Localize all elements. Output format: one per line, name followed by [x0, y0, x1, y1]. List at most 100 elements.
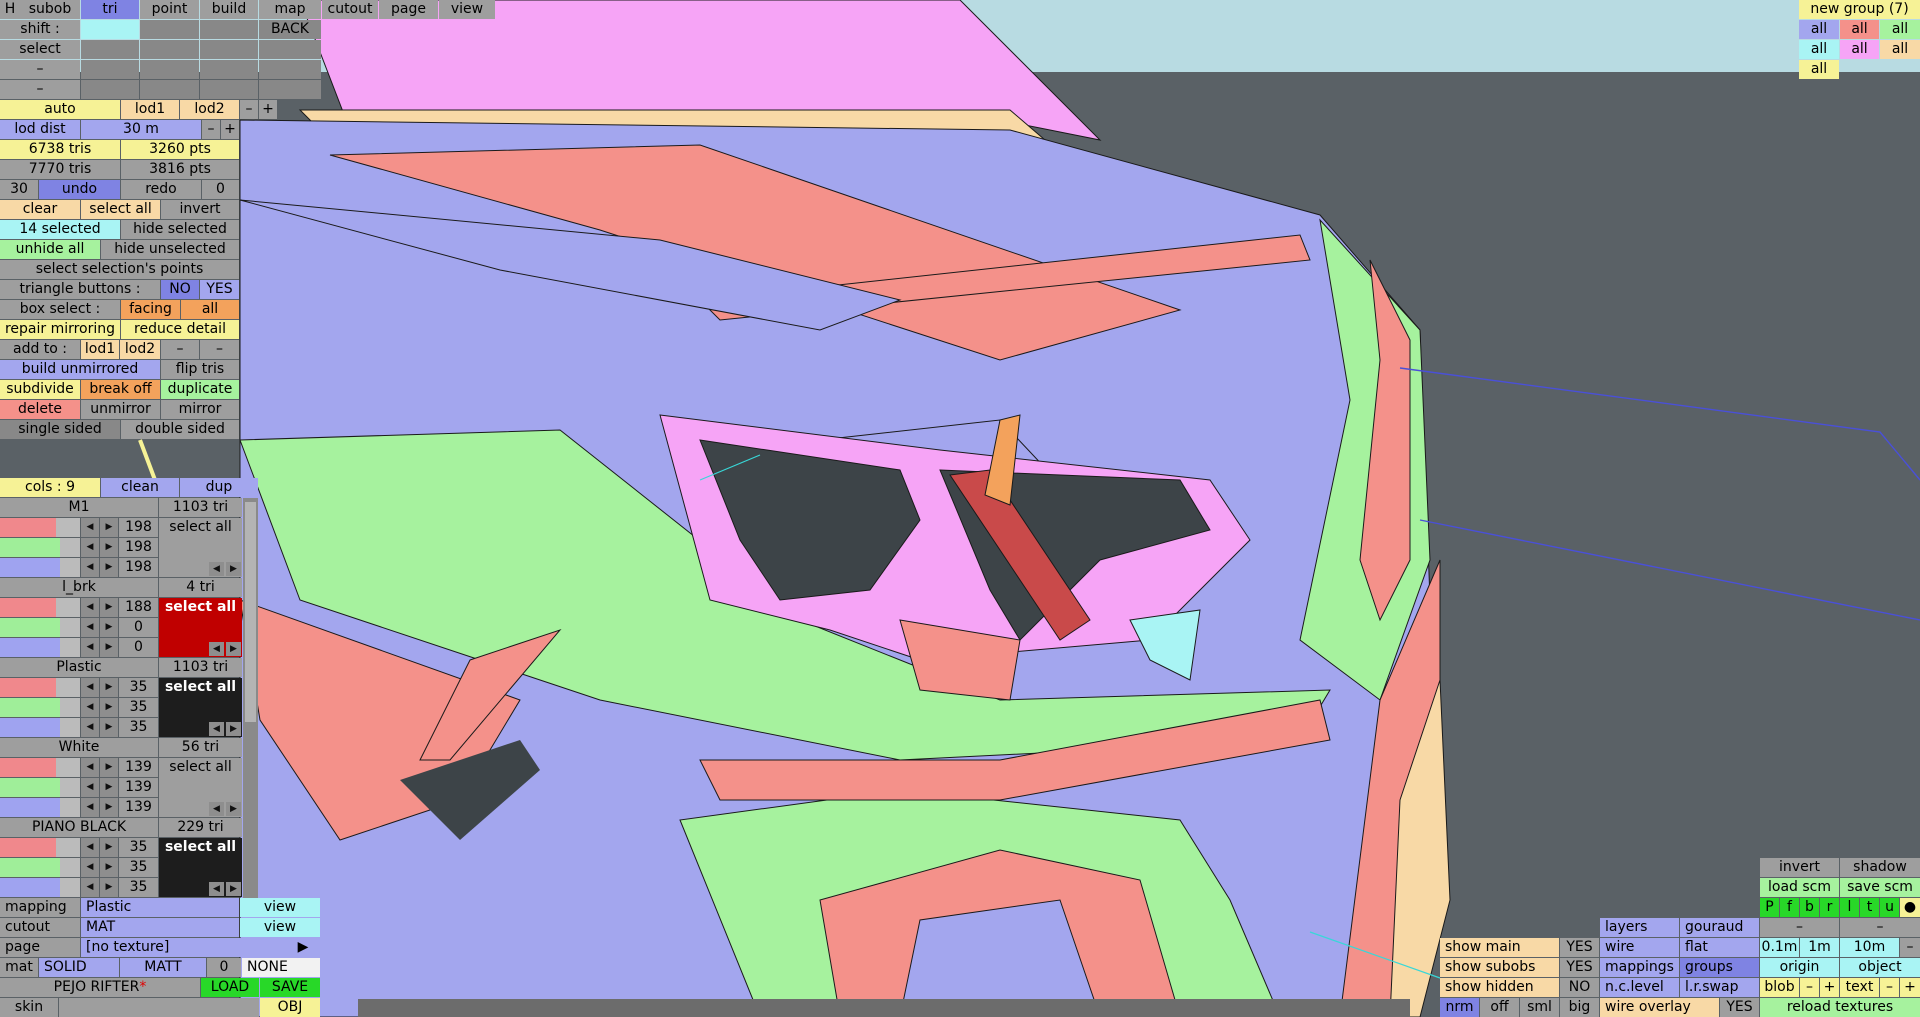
red-slider[interactable] — [0, 518, 80, 537]
material-prev-arrow[interactable]: ◀ — [209, 802, 224, 816]
shift-slot-1[interactable] — [81, 20, 139, 39]
green-right-arrow[interactable]: ▶ — [100, 858, 118, 877]
green-right-arrow[interactable]: ▶ — [100, 698, 118, 717]
green-right-arrow[interactable]: ▶ — [100, 778, 118, 797]
reduce-detail-button[interactable]: reduce detail — [121, 320, 239, 339]
material-name[interactable]: Plastic — [0, 658, 158, 677]
repair-mirroring-button[interactable]: repair mirroring — [0, 320, 120, 339]
row1-slot-2[interactable] — [140, 60, 199, 79]
mat-none[interactable]: NONE — [242, 958, 320, 977]
blob-minus[interactable]: – — [1800, 978, 1819, 997]
blue-slider[interactable] — [0, 718, 80, 737]
view-dot-button[interactable]: ● — [1900, 898, 1920, 917]
red-value[interactable]: 198 — [119, 518, 158, 537]
material-prev-arrow[interactable]: ◀ — [209, 722, 224, 736]
hide-unselected-button[interactable]: hide unselected — [101, 240, 239, 259]
gouraud-button[interactable]: gouraud — [1680, 918, 1759, 937]
green-slider[interactable] — [0, 618, 80, 637]
select-slot-2[interactable] — [140, 40, 199, 59]
material-next-arrow[interactable]: ▶ — [226, 802, 241, 816]
green-value[interactable]: 198 — [119, 538, 158, 557]
lod-dist-value[interactable]: 30 m — [81, 120, 201, 139]
delete-button[interactable]: delete — [0, 400, 80, 419]
load-button[interactable]: LOAD — [201, 978, 259, 997]
row2-slot-1[interactable] — [81, 80, 139, 99]
row2-slot-4[interactable] — [259, 80, 321, 99]
grid-minus[interactable]: – — [1900, 938, 1920, 957]
tab-page[interactable]: page — [379, 0, 438, 19]
tab-tri[interactable]: tri — [81, 0, 139, 19]
origin-button[interactable]: origin — [1760, 958, 1839, 977]
triangle-buttons-yes[interactable]: YES — [200, 280, 239, 299]
mapping-view-button[interactable]: view — [240, 898, 320, 917]
view-letter-p[interactable]: P — [1760, 898, 1779, 917]
green-right-arrow[interactable]: ▶ — [100, 618, 118, 637]
skin-field[interactable] — [59, 998, 259, 1017]
red-slider[interactable] — [0, 598, 80, 617]
select-selection-points-button[interactable]: select selection's points — [0, 260, 239, 279]
blue-slider[interactable] — [0, 558, 80, 577]
blue-right-arrow[interactable]: ▶ — [100, 798, 118, 817]
green-slider[interactable] — [0, 698, 80, 717]
break-off-button[interactable]: break off — [81, 380, 160, 399]
red-slider[interactable] — [0, 838, 80, 857]
build-unmirrored-button[interactable]: build unmirrored — [0, 360, 160, 379]
invert-view-button[interactable]: invert — [1760, 858, 1839, 877]
redo-button[interactable]: redo — [121, 180, 201, 199]
red-value[interactable]: 35 — [119, 838, 158, 857]
show-subobs-yes[interactable]: YES — [1560, 958, 1599, 977]
h-button[interactable]: H — [0, 0, 20, 19]
tab-subob[interactable]: subob — [20, 0, 80, 19]
material-name[interactable]: White — [0, 738, 158, 757]
material-next-arrow[interactable]: ▶ — [226, 882, 241, 896]
red-left-arrow[interactable]: ◀ — [81, 758, 99, 777]
mat-solid[interactable]: SOLID — [39, 958, 119, 977]
grid-dash-2[interactable]: – — [1840, 918, 1920, 937]
new-group-button[interactable]: new group (7) — [1799, 0, 1920, 19]
invert-button[interactable]: invert — [161, 200, 239, 219]
group-all-red[interactable]: all — [1840, 20, 1879, 39]
blue-slider[interactable] — [0, 638, 80, 657]
row2-slot-2[interactable] — [140, 80, 199, 99]
tab-map[interactable]: map — [259, 0, 321, 19]
3d-viewport[interactable] — [0, 0, 1920, 1017]
blue-right-arrow[interactable]: ▶ — [100, 718, 118, 737]
view-letter-b[interactable]: b — [1800, 898, 1819, 917]
normals-big[interactable]: big — [1560, 998, 1599, 1017]
material-name[interactable]: PIANO BLACK — [0, 818, 158, 837]
obj-button[interactable]: OBJ — [260, 998, 320, 1017]
text-button[interactable]: text — [1840, 978, 1879, 997]
row1-slot-4[interactable] — [259, 60, 321, 79]
grid-10m[interactable]: 10m — [1840, 938, 1899, 957]
undo-button[interactable]: undo — [39, 180, 120, 199]
page-next-button[interactable]: ▶ — [286, 938, 320, 957]
red-slider[interactable] — [0, 758, 80, 777]
tab-build[interactable]: build — [200, 0, 258, 19]
select-all-button[interactable]: select all — [81, 200, 160, 219]
save-scm-button[interactable]: save scm — [1840, 878, 1920, 897]
unmirror-button[interactable]: unmirror — [81, 400, 160, 419]
mat-zero[interactable]: 0 — [207, 958, 241, 977]
grid-0-1m[interactable]: 0.1m — [1760, 938, 1799, 957]
object-button[interactable]: object — [1840, 958, 1920, 977]
green-left-arrow[interactable]: ◀ — [81, 778, 99, 797]
single-sided-button[interactable]: single sided — [0, 420, 120, 439]
select-slot-1[interactable] — [81, 40, 139, 59]
unhide-all-button[interactable]: unhide all — [0, 240, 100, 259]
red-right-arrow[interactable]: ▶ — [100, 758, 118, 777]
cutout-view-button[interactable]: view — [240, 918, 320, 937]
clean-button[interactable]: clean — [101, 478, 179, 497]
group-all-yellow[interactable]: all — [1799, 60, 1839, 79]
clear-button[interactable]: clear — [0, 200, 80, 219]
grid-dash-1[interactable]: – — [1760, 918, 1839, 937]
box-select-facing[interactable]: facing — [121, 300, 180, 319]
material-name[interactable]: l_brk — [0, 578, 158, 597]
wire-overlay-button[interactable]: wire overlay — [1600, 998, 1719, 1017]
page-value[interactable]: [no texture] — [81, 938, 285, 957]
mapping-value[interactable]: Plastic — [81, 898, 239, 917]
blue-left-arrow[interactable]: ◀ — [81, 718, 99, 737]
blob-plus[interactable]: + — [1820, 978, 1839, 997]
red-value[interactable]: 139 — [119, 758, 158, 777]
wire-overlay-yes[interactable]: YES — [1720, 998, 1759, 1017]
flip-tris-button[interactable]: flip tris — [161, 360, 239, 379]
